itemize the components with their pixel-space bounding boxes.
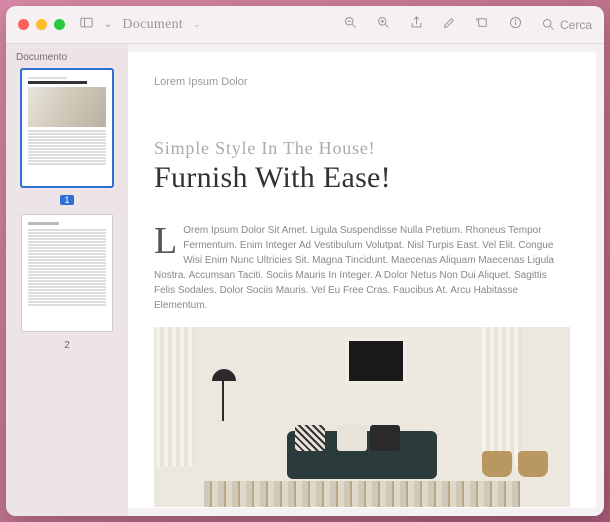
thumbnail-list: 1 2 [6, 69, 128, 351]
markup-button[interactable] [442, 15, 457, 35]
share-button[interactable] [409, 15, 424, 35]
traffic-lights [18, 19, 65, 30]
sidebar-toggle-button[interactable] [79, 15, 94, 35]
app-window: ⌄ Document ⌄ Cerca Documento [6, 6, 604, 516]
running-head: Lorem Ipsum Dolor [154, 76, 570, 88]
window-body: Documento 1 [6, 44, 604, 516]
thumbnails-sidebar: Documento 1 [6, 44, 128, 516]
search-icon [541, 17, 556, 32]
info-button[interactable] [508, 15, 523, 35]
sidebar-title: Documento [6, 50, 128, 69]
page-number-1: 1 [60, 195, 73, 206]
toolbar-right: Cerca [343, 15, 592, 35]
thumb-headline [28, 81, 87, 84]
fullscreen-window-button[interactable] [54, 19, 65, 30]
zoom-in-button[interactable] [376, 15, 391, 35]
close-window-button[interactable] [18, 19, 29, 30]
title-dropdown-icon[interactable]: ⌄ [193, 19, 201, 30]
article-kicker: Simple Style In The House! [154, 138, 570, 159]
article-body: LOrem Ipsum Dolor Sit Amet. Ligula Suspe… [154, 223, 570, 313]
page-thumbnail-2[interactable] [21, 214, 113, 332]
minimize-window-button[interactable] [36, 19, 47, 30]
search-placeholder: Cerca [560, 18, 592, 32]
drop-cap: L [154, 223, 183, 257]
search-field[interactable]: Cerca [541, 17, 592, 32]
page-number-2: 2 [64, 340, 70, 351]
document-content[interactable]: Lorem Ipsum Dolor Simple Style In The Ho… [128, 52, 596, 508]
zoom-out-button[interactable] [343, 15, 358, 35]
titlebar: ⌄ Document ⌄ Cerca [6, 6, 604, 44]
article-hero-image [154, 327, 570, 507]
page-thumbnail-1[interactable] [21, 69, 113, 187]
toolbar-left: ⌄ Document ⌄ [79, 15, 201, 35]
document-title: Document [122, 17, 183, 33]
article-headline: Furnish With Ease! [154, 161, 570, 195]
rotate-button[interactable] [475, 15, 490, 35]
view-menu-button[interactable]: ⌄ [104, 19, 112, 30]
